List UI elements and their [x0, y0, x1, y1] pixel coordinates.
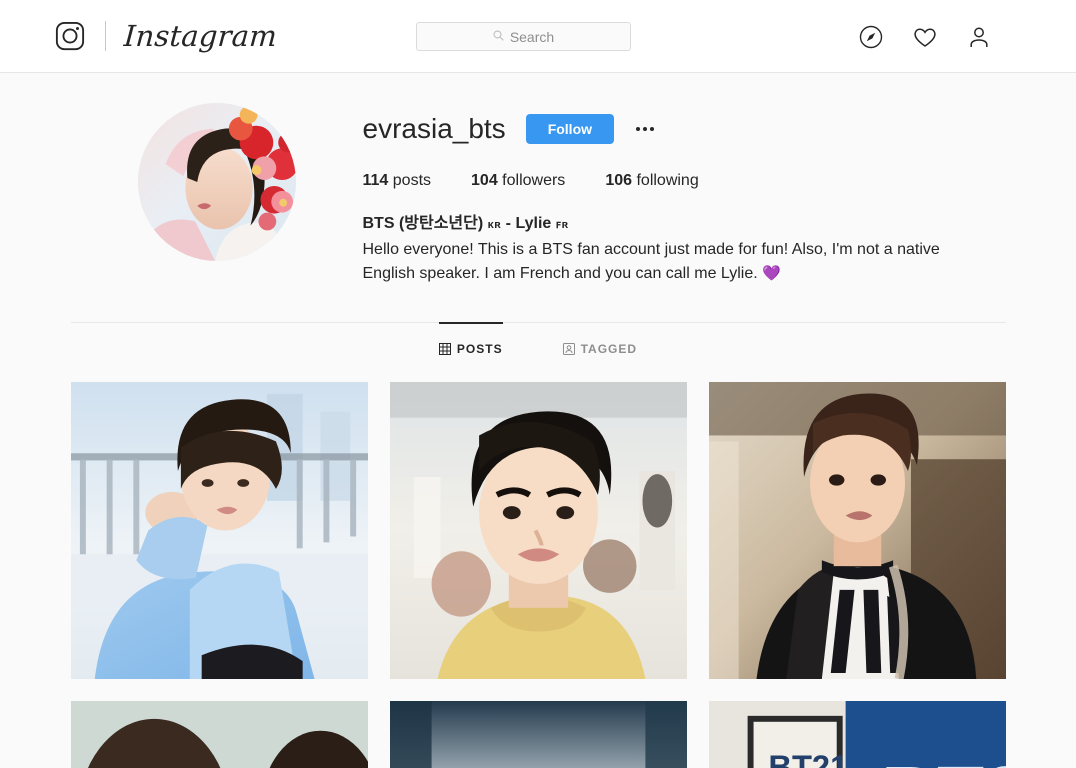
- search-input[interactable]: Search: [416, 22, 631, 51]
- display-name-separator: - Lylie: [505, 215, 552, 232]
- nav-icons: [859, 0, 991, 73]
- post-thumbnail[interactable]: [389, 701, 687, 768]
- page-body: evrasia_bts Follow 114 posts 104 followe…: [0, 73, 1076, 768]
- tab-tagged[interactable]: TAGGED: [562, 322, 638, 370]
- avatar-column: [71, 103, 363, 261]
- post-6-image: BT21 BT21: [708, 701, 1006, 768]
- follow-button[interactable]: Follow: [525, 114, 615, 144]
- instagram-wordmark[interactable]: Instagram: [123, 19, 278, 53]
- stats-row: 114 posts 104 followers 106 following: [363, 172, 1006, 190]
- tab-posts-label: POSTS: [456, 342, 503, 356]
- display-name-main: BTS (방탄소년단): [362, 215, 484, 232]
- logo-group[interactable]: Instagram: [55, 0, 278, 72]
- bio-section: BTS (방탄소년단) ᴋʀ - Lylie ꜰʀ Hello everyone…: [363, 212, 1006, 286]
- profile-person-icon[interactable]: [967, 25, 991, 49]
- tab-posts[interactable]: POSTS: [438, 322, 503, 370]
- tagged-person-icon: [562, 342, 575, 355]
- post-thumbnail[interactable]: [70, 701, 368, 768]
- profile-tabs: POSTS TAGGED: [70, 322, 1006, 370]
- profile-container: evrasia_bts Follow 114 posts 104 followe…: [70, 73, 1006, 768]
- tab-tagged-label: TAGGED: [580, 341, 638, 356]
- display-name-kr: ᴋʀ: [487, 219, 502, 231]
- grid-icon: [438, 343, 451, 355]
- post-3-image: [708, 382, 1006, 679]
- search-icon: [493, 28, 504, 46]
- options-button[interactable]: [632, 116, 658, 142]
- followers-label: followers: [502, 172, 566, 189]
- username-row: evrasia_bts Follow: [363, 110, 1006, 148]
- bio-text: Hello everyone! This is a BTS fan accoun…: [363, 238, 943, 286]
- page-title: evrasia_bts: [362, 113, 506, 144]
- posts-stat[interactable]: 114 posts: [363, 172, 432, 190]
- display-name: BTS (방탄소년단) ᴋʀ - Lylie ꜰʀ: [363, 212, 1006, 237]
- avatar-image: [137, 103, 296, 261]
- post-1-image: [70, 382, 368, 679]
- search-placeholder: Search: [509, 28, 555, 45]
- activity-heart-icon[interactable]: [913, 25, 937, 49]
- bio-line-2: English speaker. I am French and you can…: [362, 265, 758, 282]
- posts-label: posts: [392, 172, 432, 189]
- profile-info: evrasia_bts Follow 114 posts 104 followe…: [363, 103, 1006, 286]
- followers-stat[interactable]: 104 followers: [471, 172, 565, 190]
- following-label: following: [636, 172, 699, 189]
- posts-count: 114: [362, 172, 389, 189]
- post-thumbnail[interactable]: BT21 BT21: [708, 701, 1006, 768]
- following-count: 106: [605, 172, 633, 189]
- post-thumbnail[interactable]: [708, 382, 1006, 679]
- followers-count: 104: [471, 172, 498, 189]
- bio-line-1: Hello everyone! This is a BTS fan accoun…: [362, 241, 940, 258]
- post-thumbnail[interactable]: [389, 382, 687, 679]
- post-thumbnail[interactable]: [70, 382, 368, 679]
- display-name-fr: ꜰʀ: [555, 219, 569, 231]
- svg-text:BT21: BT21: [881, 751, 1006, 768]
- more-options-icon: [636, 127, 655, 131]
- post-5-image: [389, 701, 687, 768]
- following-stat[interactable]: 106 following: [605, 172, 698, 190]
- post-4-image: [70, 701, 368, 768]
- post-2-image: [389, 382, 687, 679]
- svg-text:BT21: BT21: [768, 748, 848, 768]
- logo-divider: [105, 21, 106, 51]
- search-container[interactable]: Search: [416, 22, 631, 51]
- purple-heart-icon: 💜: [762, 265, 781, 282]
- avatar[interactable]: [137, 103, 296, 261]
- posts-grid: BT21 BT21: [70, 382, 1006, 768]
- explore-compass-icon[interactable]: [859, 25, 883, 49]
- profile-header: evrasia_bts Follow 114 posts 104 followe…: [71, 103, 1006, 286]
- top-navbar: Instagram Search: [0, 0, 1076, 73]
- instagram-camera-icon[interactable]: [55, 21, 85, 51]
